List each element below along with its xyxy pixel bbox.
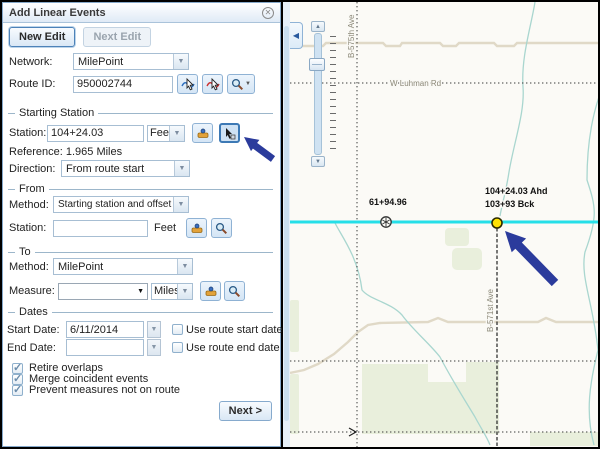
network-select[interactable]: MilePoint ▼: [73, 53, 189, 70]
caret-down-icon[interactable]: ▼: [134, 288, 147, 295]
map-viewport[interactable]: 61+94.96 104+24.03 Ahd 103+93 Bck W Luhm…: [290, 2, 600, 447]
end-date-label: End Date:: [7, 342, 63, 354]
start-date-label: Start Date:: [7, 324, 63, 336]
station-locator-icon: [190, 222, 204, 235]
measure-units-value: Miles: [152, 285, 177, 297]
close-icon[interactable]: ✕: [262, 7, 274, 19]
select-route-red-icon: [206, 77, 220, 91]
road-label-luhman: W Luhman Rd: [390, 79, 441, 88]
use-route-start-date-label: Use route start date: [186, 324, 283, 336]
end-date-calendar-button[interactable]: ▼: [147, 339, 161, 356]
clear-route-selection-button[interactable]: [202, 74, 223, 94]
from-station-label: Station:: [9, 222, 49, 234]
station-label-ahd: 104+24.03 Ahd: [485, 186, 547, 196]
station-locate-button[interactable]: [192, 123, 213, 143]
network-value: MilePoint: [74, 56, 173, 68]
section-starting-station: Starting Station: [19, 107, 94, 119]
select-route-blue-icon: [181, 77, 195, 91]
station-locator-icon: [204, 285, 218, 298]
station-locator-icon: [196, 127, 210, 140]
road-label-b575: B-575th Ave: [347, 14, 356, 58]
zoom-slider-ticks: [330, 36, 336, 154]
add-linear-events-panel: Add Linear Events ✕ New Edit Next Edit N…: [2, 2, 281, 447]
station-units-value: Feet: [148, 127, 169, 139]
station-label-left: 61+94.96: [369, 197, 407, 207]
route-search-button[interactable]: ▼: [227, 74, 255, 94]
prevent-measures-checkbox[interactable]: [12, 385, 23, 396]
zoom-in-button[interactable]: ▲: [311, 21, 325, 32]
section-to: To: [19, 246, 31, 258]
chevron-down-icon[interactable]: ▼: [177, 284, 192, 299]
select-route-button[interactable]: [177, 74, 198, 94]
prevent-measures-label: Prevent measures not on route: [29, 384, 180, 396]
to-method-select[interactable]: MilePoint ▼: [53, 258, 193, 275]
app-window: Add Linear Events ✕ New Edit Next Edit N…: [0, 0, 600, 449]
to-method-label: Method:: [9, 261, 53, 273]
network-label: Network:: [9, 56, 73, 68]
use-route-end-date-label: Use route end date: [186, 342, 280, 354]
route-id-input[interactable]: [73, 76, 173, 93]
use-route-end-date-checkbox[interactable]: [172, 342, 183, 353]
from-locate-button[interactable]: [186, 218, 207, 238]
panel-splitter[interactable]: [283, 2, 290, 447]
new-edit-button[interactable]: New Edit: [9, 27, 75, 47]
pick-station-on-map-button[interactable]: [219, 123, 240, 143]
search-icon: [215, 222, 228, 235]
selected-station-point[interactable]: [492, 218, 502, 228]
to-method-value: MilePoint: [54, 261, 177, 273]
measure-units-select[interactable]: Miles ▼: [151, 283, 193, 300]
measure-search-button[interactable]: [224, 281, 245, 301]
direction-select[interactable]: From route start ▼: [61, 160, 190, 177]
search-icon: [228, 285, 241, 298]
start-date-calendar-button[interactable]: ▼: [147, 321, 161, 338]
from-method-label: Method:: [9, 199, 53, 211]
measure-combo[interactable]: ▼: [58, 283, 148, 300]
search-icon: [231, 78, 244, 91]
chevron-down-icon[interactable]: ▼: [177, 259, 192, 274]
end-date-input[interactable]: [66, 339, 144, 356]
collapse-panel-button[interactable]: ◀: [290, 22, 303, 49]
station-input[interactable]: [47, 125, 144, 142]
from-station-input[interactable]: [53, 220, 148, 237]
chevron-down-icon[interactable]: ▼: [169, 126, 184, 141]
section-from: From: [19, 183, 45, 195]
road-label-b571: B-571st Ave: [486, 288, 495, 332]
measure-locate-button[interactable]: [200, 281, 221, 301]
station-label-bck: 103+93 Bck: [485, 199, 535, 209]
panel-titlebar: Add Linear Events ✕: [3, 3, 280, 23]
zoom-slider[interactable]: ▲ ▼: [308, 21, 338, 167]
next-button[interactable]: Next >: [219, 401, 272, 421]
chevron-down-icon[interactable]: ▼: [174, 161, 189, 176]
start-date-input[interactable]: [66, 321, 144, 338]
chevron-down-icon: ▼: [245, 81, 251, 87]
chevron-left-icon: ◀: [293, 31, 299, 40]
from-units-text: Feet: [154, 222, 176, 234]
splitter-thumb[interactable]: [284, 26, 289, 421]
from-method-select[interactable]: Starting station and offset ▼: [53, 196, 189, 213]
direction-value: From route start: [62, 163, 174, 175]
panel-title: Add Linear Events: [9, 7, 262, 19]
next-edit-button: Next Edit: [83, 27, 151, 47]
chevron-down-icon[interactable]: ▼: [173, 54, 188, 69]
direction-label: Direction:: [9, 163, 61, 175]
route-id-label: Route ID:: [9, 78, 69, 90]
map-pointer-icon: [223, 127, 236, 140]
from-method-value: Starting station and offset: [54, 199, 173, 210]
zoom-slider-thumb[interactable]: [309, 58, 325, 71]
zoom-out-button[interactable]: ▼: [311, 156, 325, 167]
reference-station-marker: [381, 217, 391, 227]
use-route-start-date-checkbox[interactable]: [172, 324, 183, 335]
section-dates: Dates: [19, 306, 48, 318]
chevron-down-icon[interactable]: ▼: [173, 197, 188, 212]
zoom-slider-track[interactable]: [314, 33, 322, 155]
station-units-select[interactable]: Feet ▼: [147, 125, 185, 142]
measure-label: Measure:: [9, 285, 55, 297]
reference-text: Reference: 1.965 Miles: [9, 146, 122, 158]
station-label: Station:: [9, 127, 44, 139]
from-search-button[interactable]: [211, 218, 232, 238]
